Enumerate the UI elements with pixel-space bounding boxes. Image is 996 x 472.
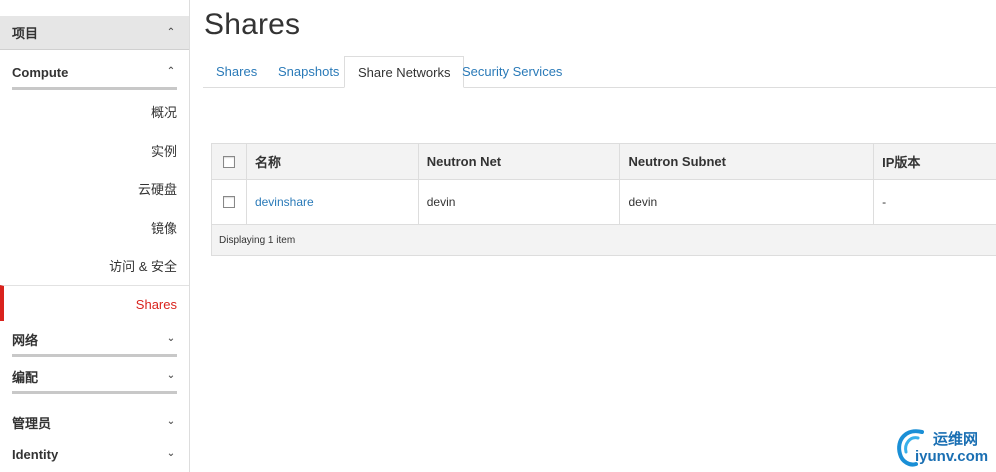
sidebar-admin-section[interactable]: 管理员 ⌄ [0,404,189,440]
sidebar-item-label: Shares [135,296,177,312]
chevron-up-icon: ⌃ [166,66,176,77]
sidebar-project-label: 项目 [12,26,39,41]
sidebar-project-header[interactable]: 项目 ⌃ [0,16,189,50]
select-all-cell [212,144,247,179]
share-networks-table: 名称 Neutron Net Neutron Subnet IP版本 devin… [211,143,996,256]
column-header-name[interactable]: 名称 [247,144,419,179]
sidebar-item-label: 概况 [150,104,177,120]
sidebar-item-label: 访问 & 安全 [109,258,177,274]
share-network-link[interactable]: devinshare [255,195,314,209]
watermark-cn-text: 运维网 [933,431,979,448]
chevron-down-icon: ⌄ [166,370,176,381]
sidebar-item-shares[interactable]: Shares [0,285,189,323]
tab-shares[interactable]: Shares [203,56,270,88]
sidebar-orchestration-section[interactable]: 编配 ⌄ [0,358,189,394]
sidebar-item-label: 实例 [150,143,177,159]
sidebar-item-label: 镜像 [150,220,177,236]
neutron-subnet-cell: devin [620,180,875,224]
chevron-down-icon: ⌄ [166,416,176,427]
column-header-neutron-subnet[interactable]: Neutron Subnet [620,144,875,179]
sidebar-item-images[interactable]: 镜像 [0,208,189,246]
neutron-net-cell: devin [419,180,621,224]
sidebar: 项目 ⌃ Compute ⌃ 概况 实例 云硬盘 镜像 访问 & 安全 Shar… [0,0,190,472]
sidebar-identity-label: Identity [12,446,59,462]
chevron-down-icon: ⌄ [166,333,176,344]
name-cell: devinshare [247,180,419,224]
watermark-logo: 运维网 iyunv.com [892,424,996,470]
chevron-up-icon: ⌃ [166,26,176,38]
table-footer: Displaying 1 item [212,225,996,255]
chevron-down-icon: ⌄ [166,448,176,459]
tab-security-services[interactable]: Security Services [449,56,575,88]
sidebar-network-label: 网络 [12,332,39,348]
sidebar-item-volumes[interactable]: 云硬盘 [0,169,189,207]
select-all-checkbox[interactable] [222,155,235,168]
sidebar-compute-label: Compute [12,64,69,80]
tab-bar: Shares Snapshots Share Networks Security… [203,56,996,88]
table-header-row: 名称 Neutron Net Neutron Subnet IP版本 [212,144,996,180]
sidebar-identity-section[interactable]: Identity ⌄ [0,436,189,472]
sidebar-item-overview[interactable]: 概况 [0,92,189,130]
sidebar-item-access-security[interactable]: 访问 & 安全 [0,246,189,284]
tab-snapshots[interactable]: Snapshots [265,56,352,88]
tab-share-networks[interactable]: Share Networks [344,56,465,88]
section-underline [12,87,177,90]
sidebar-orchestration-label: 编配 [12,369,39,385]
row-checkbox[interactable] [222,196,235,208]
column-header-ip-version[interactable]: IP版本 [874,144,996,179]
column-header-neutron-net[interactable]: Neutron Net [419,144,621,179]
watermark-en-text: iyunv.com [915,448,989,465]
sidebar-item-label: 云硬盘 [137,181,177,197]
table-row: devinshare devin devin - [212,180,996,225]
sidebar-item-instances[interactable]: 实例 [0,131,189,169]
sidebar-admin-label: 管理员 [12,415,52,431]
row-select-cell [212,180,247,224]
ip-version-cell: - [882,195,887,209]
section-underline [12,354,177,357]
sidebar-network-section[interactable]: 网络 ⌄ [0,321,189,357]
page-title: Shares [204,8,301,41]
sidebar-compute-section[interactable]: Compute ⌃ [0,54,189,90]
section-underline [12,391,177,394]
